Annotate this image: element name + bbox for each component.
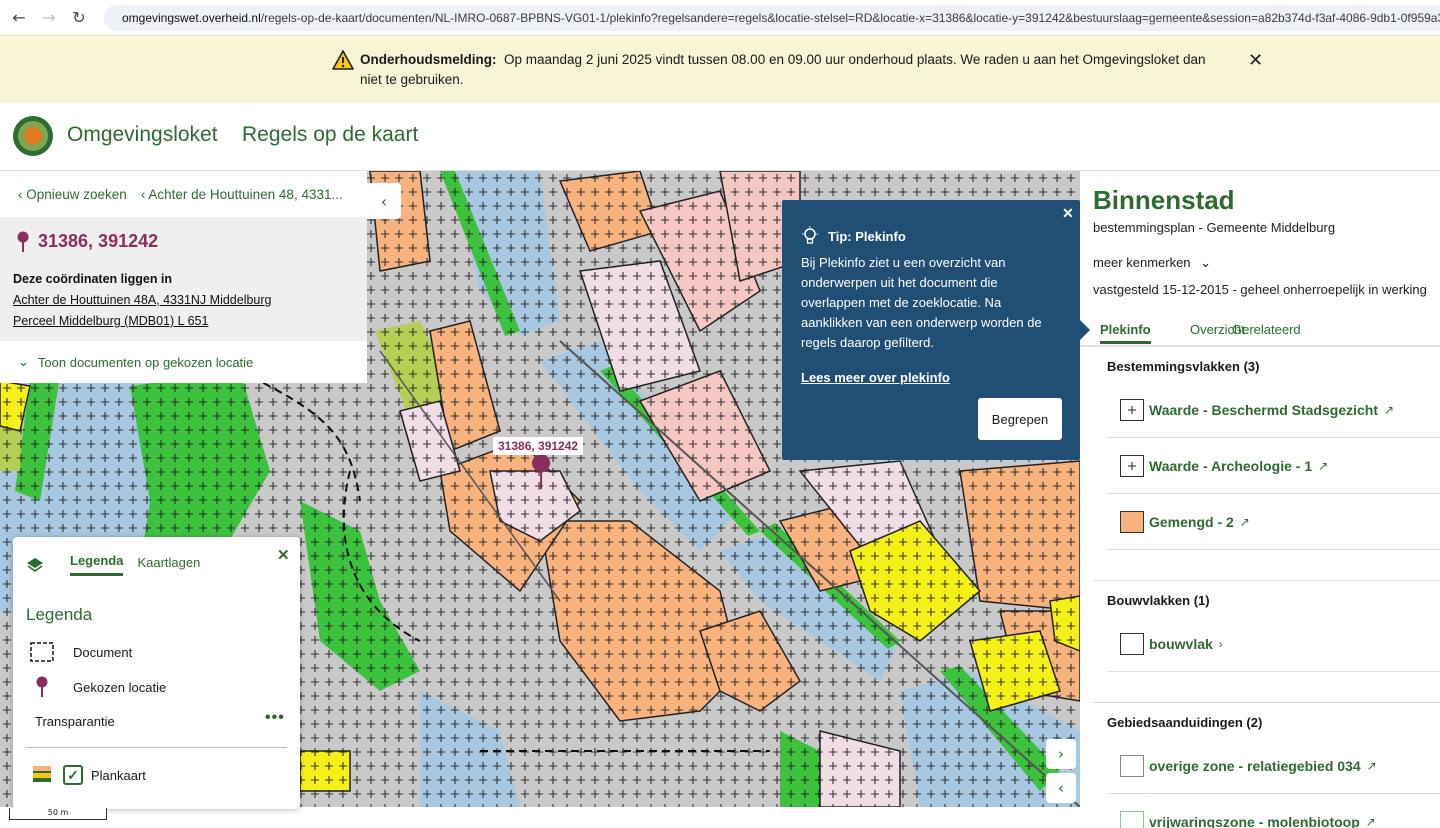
parcel-link[interactable]: Perceel Middelburg (MDB01) L 651 [13,314,208,328]
more-options-icon[interactable]: ••• [265,709,285,727]
address-crumb-link[interactable]: ‹ Achter de Houttuinen 48, 4331... [141,187,343,202]
legend-close-icon[interactable]: ✕ [277,546,290,564]
tab-gerelateerd[interactable]: Gerelateerd [1232,322,1301,337]
list-item[interactable]: Waarde - Archeologie - 1 ↗ [1107,438,1440,494]
list-item[interactable]: Gemengd - 2 ↗ [1107,494,1440,550]
layers-icon [27,557,43,572]
chevron-down-icon: ⌄ [1200,255,1212,270]
plankaart-swatch-icon [33,765,51,785]
section-bestemmingsvlakken: Bestemmingsvlakken (3) [1107,359,1260,374]
legend-panel: Legenda Kaartlagen ✕ Legenda Document Ge… [13,537,300,809]
banner-message: Onderhoudsmelding: Op maandag 2 juni 202… [360,52,1206,87]
tip-body: Bij Plekinfo ziet u een overzicht van on… [801,255,1042,350]
list-item[interactable]: bouwvlak › [1107,616,1440,672]
tip-title: Tip: Plekinfo [828,229,906,244]
tip-close-icon[interactable]: ✕ [1062,205,1074,222]
empty-swatch-icon [1120,632,1144,655]
plankaart-checkbox[interactable]: ✓ [63,765,83,785]
pattern-swatch-icon [1120,398,1144,421]
site-header: Omgevingsloket Regels op de kaart [0,103,1440,171]
legend-title: Legenda [26,605,93,624]
document-tabs: Plekinfo Overzicht Gerelateerd [1080,319,1440,347]
list-item[interactable]: vrijwaringszone - molenbiotoop ↗ [1107,794,1440,828]
legend-item-location: Gekozen locatie [29,676,166,698]
external-link-icon: ↗ [1384,402,1395,417]
tab-legenda[interactable]: Legenda [70,553,124,576]
section-divider [1093,580,1440,581]
empty-swatch-icon [1120,810,1144,828]
document-panel: ⌂ Binnenstad bestemmingsplan - Gemeente … [1080,171,1440,828]
marker-label: 31386, 391242 [493,437,584,455]
warning-icon [332,50,354,70]
tip-ok-button[interactable]: Begrepen [978,398,1062,440]
browser-toolbar: ← → ↻ omgevingswet.overheid.nl/regels-op… [0,0,1440,36]
legend-item-document: Document [29,641,132,663]
reload-icon[interactable]: ↻ [64,3,94,33]
document-boundary-icon [29,641,55,663]
forward-arrow-icon[interactable]: → [34,3,64,33]
legend-divider [26,747,287,748]
tip-popover: ✕ Tip: Plekinfo Bij Plekinfo ziet u een … [782,200,1090,460]
external-link-icon: ↗ [1365,814,1376,828]
external-link-icon: ↗ [1239,514,1250,529]
color-swatch-icon [1120,510,1144,533]
map-next-button[interactable]: › [1046,739,1076,769]
maintenance-banner: Onderhoudsmelding: Op maandag 2 juni 202… [0,36,1440,103]
transparency-label: Transparantie [35,714,115,729]
breadcrumb: ‹ Opnieuw zoeken ‹ Achter de Houttuinen … [0,171,367,217]
show-documents-toggle[interactable]: ⌄ Toon documenten op gekozen locatie [0,341,367,383]
list-item[interactable]: Waarde - Beschermd Stadsgezicht ↗ [1107,382,1440,438]
section-bouwvlakken: Bouwvlakken (1) [1107,593,1210,608]
section-gebiedsaanduidingen: Gebiedsaanduidingen (2) [1107,715,1263,730]
coordinates-card: 31386, 391242 Deze coördinaten liggen in… [0,217,367,341]
map-prev-button[interactable]: ‹ [1046,773,1076,803]
url-text: omgevingswet.overheid.nl/regels-op-de-ka… [122,11,1440,25]
collapse-panel-button[interactable]: ‹ [367,183,401,219]
more-properties-toggle[interactable]: meer kenmerken ⌄ [1093,255,1211,271]
chevron-right-icon: › [1218,636,1223,651]
address-link[interactable]: Achter de Houttuinen 48A, 4331NJ Middelb… [13,293,272,307]
document-status: vastgesteld 15-12-2015 - geheel onherroe… [1093,282,1427,297]
brand-name[interactable]: Omgevingsloket [67,123,218,147]
new-search-link[interactable]: ‹ Opnieuw zoeken [18,187,127,202]
tip-more-link[interactable]: Lees meer over plekinfo [801,370,950,385]
banner-close-button[interactable]: ✕ [1248,50,1263,71]
location-pin-icon [29,676,55,698]
location-panel: ‹ Opnieuw zoeken ‹ Achter de Houttuinen … [0,171,367,383]
address-bar[interactable]: omgevingswet.overheid.nl/regels-op-de-ka… [104,5,1440,31]
external-link-icon: ↗ [1318,458,1329,473]
empty-swatch-icon [1120,754,1144,777]
tab-plekinfo[interactable]: Plekinfo [1100,322,1151,344]
list-item[interactable]: overige zone - relatiegebied 034 ↗ [1107,738,1440,794]
legend-tabs: Legenda Kaartlagen [26,553,200,576]
chevron-down-icon: ⌄ [18,354,29,369]
external-link-icon: ↗ [1366,758,1377,773]
coordinates-title: 31386, 391242 [38,231,159,251]
omgevingsloket-logo[interactable] [13,116,53,156]
location-pin-icon [17,231,29,252]
app-title: Regels op de kaart [242,123,419,146]
document-title: Binnenstad [1093,185,1235,215]
coordinates-lead: Deze coördinaten liggen in [13,272,173,286]
plankaart-layer: ✓ Plankaart [33,765,146,785]
document-subtitle: bestemmingsplan - Gemeente Middelburg [1093,220,1336,235]
section-divider [1093,702,1440,703]
pattern-swatch-icon [1120,454,1144,477]
back-arrow-icon[interactable]: ← [4,3,34,33]
map-scale-bar: 50 m [9,808,107,820]
lightbulb-icon [802,226,818,244]
tab-kaartlagen[interactable]: Kaartlagen [137,555,200,575]
